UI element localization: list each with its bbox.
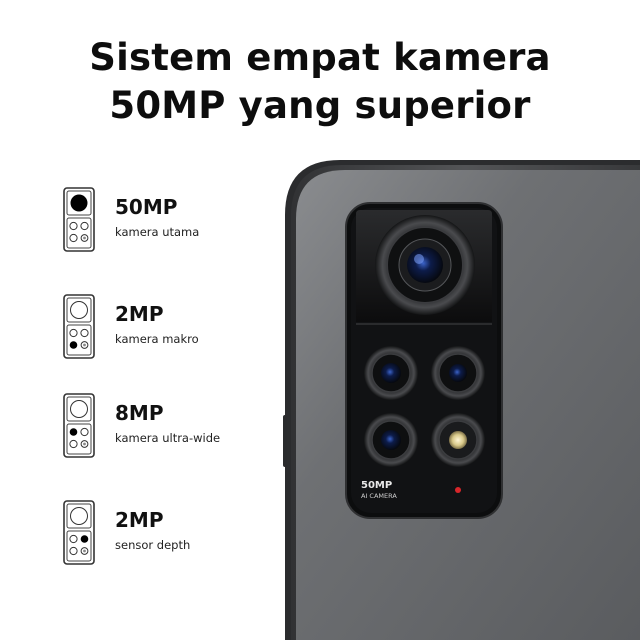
camera-module (345, 202, 503, 519)
spec-macro-camera: 2MP kamera makro (62, 294, 262, 362)
spec-label: sensor depth (115, 538, 191, 552)
spec-label: kamera utama (115, 225, 200, 239)
spec-label: kamera makro (115, 332, 199, 346)
spec-resolution: 2MP (115, 302, 164, 326)
spec-ultrawide-camera: 8MP kamera ultra-wide (62, 393, 262, 461)
spec-resolution: 50MP (115, 195, 178, 219)
indicator-light (455, 487, 461, 493)
spec-resolution: 8MP (115, 401, 164, 425)
depth-lens (431, 346, 485, 400)
main-camera-highlight-icon (63, 187, 95, 252)
ultrawide-camera-highlight-icon (63, 393, 95, 458)
headline: Sistem empat kamera 50MP yang superior (0, 34, 640, 130)
module-text-ai-camera: AI CAMERA (361, 492, 397, 500)
headline-line-1: Sistem empat kamera (89, 36, 551, 79)
flash (431, 413, 485, 467)
spec-main-camera: 50MP kamera utama (62, 187, 262, 255)
side-button (283, 415, 287, 467)
main-lens (375, 215, 475, 315)
depth-sensor-highlight-icon (63, 500, 95, 565)
phone-back (296, 170, 640, 640)
phone-frame (285, 160, 640, 640)
module-text-50mp: 50MP (361, 480, 392, 491)
macro-camera-highlight-icon (63, 294, 95, 359)
spec-resolution: 2MP (115, 508, 164, 532)
spec-depth-sensor: 2MP sensor depth (62, 500, 262, 568)
macro-lens (364, 346, 418, 400)
ultrawide-lens (364, 413, 418, 467)
headline-line-2: 50MP yang superior (109, 84, 531, 127)
spec-label: kamera ultra-wide (115, 431, 221, 445)
